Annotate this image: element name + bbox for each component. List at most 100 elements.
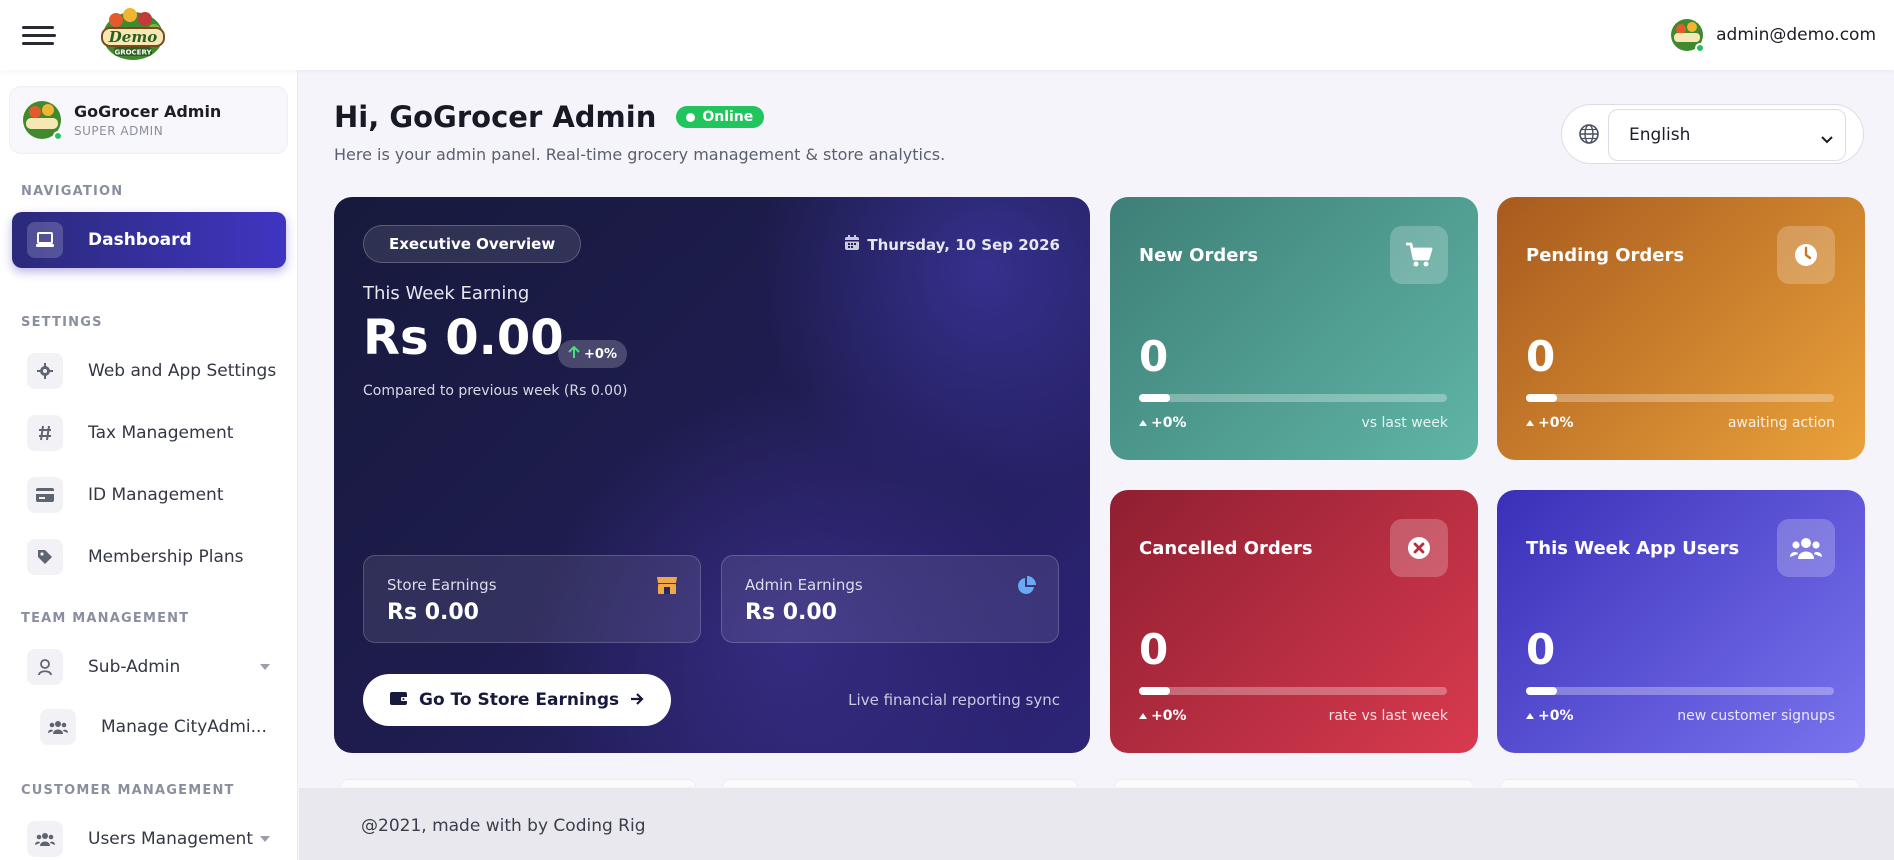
page-title: Hi, GoGrocer Admin Online	[334, 100, 765, 134]
section-title-customer-management: CUSTOMER MANAGEMENT	[21, 783, 235, 798]
sidebar-item-tax-management[interactable]: Tax Management	[12, 405, 286, 461]
users-icon	[40, 709, 76, 745]
wallet-icon	[390, 690, 408, 711]
sidebar-item-manage-cityadmin[interactable]: Manage CityAdmi...	[25, 699, 286, 755]
greeting-text: Hi, GoGrocer Admin	[334, 100, 657, 134]
stat-title: Pending Orders	[1526, 245, 1685, 266]
store-earnings-label: Store Earnings	[387, 576, 497, 594]
stat-change: +0%	[1526, 415, 1574, 431]
go-to-store-earnings-button[interactable]: Go To Store Earnings	[363, 674, 672, 726]
cart-icon	[1390, 226, 1448, 284]
stat-change: +0%	[1139, 415, 1187, 431]
next-card-edge	[722, 779, 1078, 787]
brand-logo[interactable]: Demo GROCERY	[96, 6, 170, 64]
stat-note: new customer signups	[1677, 708, 1835, 724]
stat-value: 0	[1526, 332, 1556, 381]
globe-icon	[1578, 123, 1600, 149]
profile-card[interactable]: GoGrocer Admin SUPER ADMIN	[9, 86, 288, 154]
clock-icon	[1777, 226, 1835, 284]
section-title-settings: SETTINGS	[21, 315, 103, 330]
store-icon	[656, 576, 678, 598]
sidebar-item-users-management[interactable]: Users Management	[12, 811, 286, 860]
users-icon	[1777, 519, 1835, 577]
caret-up-icon	[1139, 713, 1147, 719]
chevron-down-icon[interactable]	[260, 836, 270, 842]
user-email: admin@demo.com	[1716, 25, 1876, 45]
sidebar-item-dashboard[interactable]: Dashboard	[12, 212, 286, 268]
progress-bar	[1139, 394, 1447, 402]
page-subtitle: Here is your admin panel. Real-time groc…	[334, 145, 946, 164]
next-card-edge	[340, 779, 696, 787]
go-to-store-earnings-label: Go To Store Earnings	[419, 690, 620, 710]
caret-up-icon	[1139, 420, 1147, 426]
stat-note: rate vs last week	[1328, 708, 1448, 724]
sidebar-item-label: Users Management	[88, 829, 253, 849]
user-tie-icon	[27, 649, 63, 685]
profile-name: GoGrocer Admin	[74, 102, 222, 121]
stat-change-value: +0%	[1151, 708, 1187, 724]
sidebar-item-label: Web and App Settings	[88, 361, 277, 381]
stat-title: Cancelled Orders	[1139, 538, 1313, 559]
stat-change: +0%	[1526, 708, 1574, 724]
user-menu[interactable]: admin@demo.com	[1670, 18, 1876, 53]
executive-overview-pill: Executive Overview	[363, 225, 582, 263]
x-circle-icon	[1390, 519, 1448, 577]
stat-card-new-orders[interactable]: New Orders 0 +0% vs last week	[1110, 197, 1478, 460]
svg-text:Demo: Demo	[108, 28, 157, 46]
footer: @2021, made with by Coding Rig	[299, 788, 1894, 860]
status-label: Online	[702, 109, 754, 125]
section-title-navigation: NAVIGATION	[21, 184, 124, 199]
sidebar-item-label: Manage CityAdmi...	[101, 717, 267, 737]
progress-bar	[1526, 687, 1834, 695]
arrow-up-icon	[568, 345, 580, 363]
sidebar-item-membership-plans[interactable]: Membership Plans	[12, 529, 286, 585]
progress-bar	[1139, 687, 1447, 695]
pie-chart-icon	[1016, 576, 1036, 600]
earning-comparison: Compared to previous week (Rs 0.00)	[363, 383, 628, 399]
gear-icon	[27, 353, 63, 389]
footer-text: @2021, made with by Coding Rig	[361, 816, 646, 836]
sidebar-item-label: Dashboard	[88, 230, 192, 250]
executive-overview-card: Executive Overview Thursday, 10 Sep 2026…	[334, 197, 1090, 753]
stat-card-app-users[interactable]: This Week App Users 0 +0% new customer s…	[1497, 490, 1865, 753]
progress-bar	[1526, 394, 1834, 402]
stat-value: 0	[1139, 332, 1169, 381]
arrow-right-icon	[630, 690, 644, 710]
calendar-icon	[845, 235, 860, 254]
section-title-team-management: TEAM MANAGEMENT	[21, 611, 190, 626]
stat-note: awaiting action	[1727, 415, 1835, 431]
sidebar-item-sub-admin[interactable]: Sub-Admin	[12, 639, 286, 695]
caret-up-icon	[1526, 420, 1534, 426]
sidebar-item-web-app-settings[interactable]: Web and App Settings	[12, 343, 286, 399]
sidebar-item-id-management[interactable]: ID Management	[12, 467, 286, 523]
hamburger-menu-icon[interactable]	[22, 26, 56, 46]
stat-card-pending-orders[interactable]: Pending Orders 0 +0% awaiting action	[1497, 197, 1865, 460]
chevron-down-icon	[1821, 129, 1833, 149]
profile-role: SUPER ADMIN	[74, 124, 164, 138]
language-selector: English	[1561, 104, 1864, 164]
laptop-icon	[27, 222, 63, 258]
avatar	[22, 100, 63, 141]
progress-fill	[1139, 394, 1170, 402]
users-icon	[27, 821, 63, 857]
stat-change-value: +0%	[1538, 415, 1574, 431]
online-indicator	[53, 131, 63, 141]
language-select[interactable]: English	[1608, 109, 1846, 161]
tag-icon	[27, 539, 63, 575]
stat-value: 0	[1526, 625, 1556, 674]
sync-note: Live financial reporting sync	[848, 691, 1060, 709]
chevron-down-icon[interactable]	[260, 664, 270, 670]
stat-title: This Week App Users	[1526, 538, 1740, 559]
week-earning-label: This Week Earning	[363, 283, 530, 304]
stat-change-value: +0%	[1538, 708, 1574, 724]
stat-title: New Orders	[1139, 245, 1259, 266]
sidebar-item-label: ID Management	[88, 485, 224, 505]
stat-card-cancelled-orders[interactable]: Cancelled Orders 0 +0% rate vs last week	[1110, 490, 1478, 753]
svg-text:GROCERY: GROCERY	[114, 49, 152, 57]
date-text: Thursday, 10 Sep 2026	[867, 235, 1060, 254]
progress-fill	[1139, 687, 1170, 695]
progress-fill	[1526, 394, 1557, 402]
status-badge: Online	[676, 106, 765, 128]
next-card-edge	[1500, 779, 1860, 787]
progress-fill	[1526, 687, 1557, 695]
